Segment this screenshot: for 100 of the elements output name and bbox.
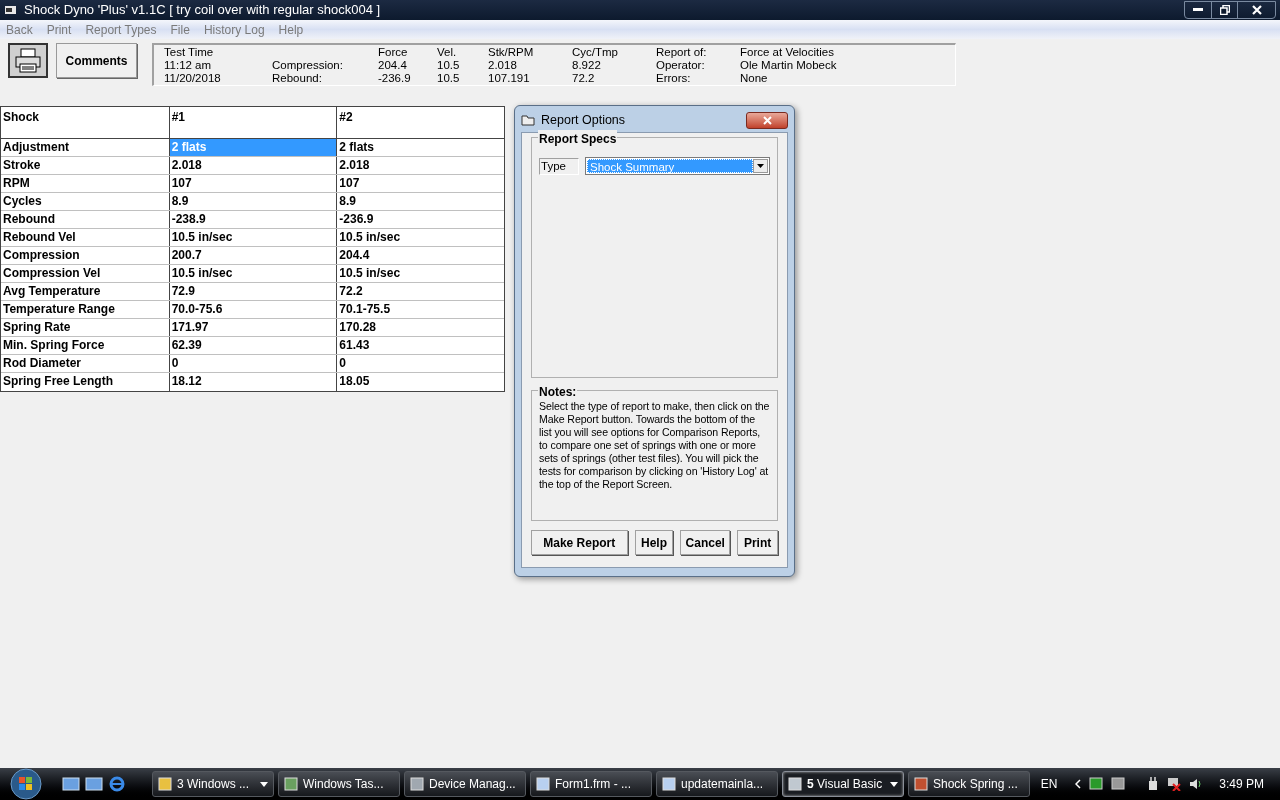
table-cell[interactable]: -236.9 [336,211,504,228]
chevron-icon[interactable] [1075,779,1082,789]
print-button[interactable] [8,43,48,78]
group-title: Report Specs [538,130,618,148]
dialog-button[interactable]: Make Report [531,530,628,555]
info-value: 11/20/2018 [164,72,222,85]
table-cell[interactable]: 8.9 [168,193,337,210]
info-label: Vel. [437,46,458,59]
table-cell[interactable]: 61.43 [336,337,504,354]
folder-icon [521,114,535,126]
language-indicator[interactable]: EN [1040,775,1058,793]
info-value: None [740,72,769,85]
info-value: 10.5 [437,59,461,72]
row-label[interactable]: Spring Free Length [1,373,169,391]
menu-item[interactable]: History Log [203,20,265,39]
row-label[interactable]: Adjustment [1,139,169,156]
table-cell[interactable]: 170.28 [336,319,504,336]
close-button[interactable] [746,111,788,129]
info-label: Force at Velocities [740,46,835,59]
table-cell[interactable]: 10.5 in/sec [168,265,337,282]
table-cell[interactable]: 72.2 [336,283,504,300]
row-label[interactable]: Avg Temperature [1,283,169,300]
info-value: Ole Martin Mobeck [740,59,838,72]
table-cell[interactable]: 2.018 [336,157,504,174]
info-label: Report of: [656,46,708,59]
table-cell[interactable]: 200.7 [168,247,337,264]
table-cell[interactable]: 8.9 [336,193,504,210]
row-label[interactable]: Rod Diameter [1,355,169,372]
info-label: Cyc/Tmp [572,46,619,59]
row-label[interactable]: Min. Spring Force [1,337,169,354]
network-activity-icon[interactable] [1089,777,1104,791]
table-cell[interactable]: 2.018 [168,157,337,174]
row-label[interactable]: Compression [1,247,169,264]
table-cell[interactable]: 0 [168,355,337,372]
app-icon [914,777,928,791]
info-value: 2.018 [488,59,518,72]
row-label[interactable]: Cycles [1,193,169,210]
info-label: Test Time [164,46,215,59]
row-label[interactable]: RPM [1,175,169,192]
taskbar-button[interactable]: 5 Visual Basic [782,771,904,797]
table-cell[interactable]: 204.4 [336,247,504,264]
minimize-icon [1193,8,1203,12]
table-cell[interactable]: 10.5 in/sec [336,229,504,246]
table-cell[interactable]: 18.12 [168,373,337,391]
taskbar-button[interactable]: Form1.frm - ... [530,771,652,797]
info-value: 204.4 [378,59,408,72]
printer-icon [14,47,42,74]
taskbar-button[interactable]: Device Manag... [404,771,526,797]
info-value: 72.2 [572,72,596,85]
info-value: 10.5 [437,72,461,85]
table-cell[interactable]: 10.5 in/sec [336,265,504,282]
column-header: #1 [168,107,337,138]
row-label[interactable]: Temperature Range [1,301,169,318]
app-icon [662,777,676,791]
column-header: #2 [336,107,504,138]
row-label[interactable]: Spring Rate [1,319,169,336]
app-icon [158,777,172,791]
table-cell[interactable]: 70.1-75.5 [336,301,504,318]
table-cell[interactable]: 10.5 in/sec [168,229,337,246]
dialog-button[interactable]: Help [634,530,674,555]
clock[interactable]: 3:49 PM [1219,775,1264,793]
info-value: 11:12 am [164,59,213,72]
table-cell[interactable]: 0 [336,355,504,372]
notes-text: Select the type of report to make, then click on the Make Report button. Towards the bottom of the list you will see options for Comparison Reports, to compare one set of springs with one or more sets of springs (other test files). You will pick the tests for comparison by clicking on 'History Log' at the top of the Report Screen. [539,400,770,491]
table-cell[interactable]: 70.0-75.6 [168,301,337,318]
table-cell[interactable]: 107 [168,175,337,192]
table-cell[interactable]: 171.97 [168,319,337,336]
dialog-button[interactable]: Cancel [680,530,731,555]
start-orb-icon [9,768,43,800]
taskbar-button[interactable]: updatemainla... [656,771,778,797]
row-label[interactable]: Rebound Vel [1,229,169,246]
switch-windows-icon[interactable] [85,776,103,792]
app-icon [788,777,802,791]
info-value: Compression: [272,59,344,72]
table-cell[interactable]: 72.9 [168,283,337,300]
dialog-button[interactable]: Print [737,530,778,555]
row-label[interactable]: Compression Vel [1,265,169,282]
show-desktop-icon[interactable] [62,776,80,792]
menu-item[interactable]: Report Types [85,20,157,39]
taskbar-button[interactable]: 3 Windows ... [152,771,274,797]
table-cell[interactable]: 2 flats [336,139,504,156]
browser-icon[interactable] [108,776,126,792]
table-cell[interactable]: 62.39 [168,337,337,354]
row-label[interactable]: Stroke [1,157,169,174]
info-label: Force [378,46,409,59]
monitor-icon[interactable] [1111,777,1126,791]
row-label[interactable]: Rebound [1,211,169,228]
taskbar-button[interactable]: Windows Tas... [278,771,400,797]
table-cell[interactable]: -238.9 [168,211,337,228]
type-label: Type [539,157,579,175]
power-plug-icon[interactable] [1147,777,1160,791]
network-disconnected-icon[interactable] [1167,777,1182,791]
taskbar-button[interactable]: Shock Spring ... [908,771,1030,797]
table-cell[interactable]: 107 [336,175,504,192]
info-value: Errors: [656,72,692,85]
table-cell[interactable]: 18.05 [336,373,504,391]
info-value: 8.922 [572,59,602,72]
speaker-icon[interactable] [1189,777,1204,791]
comments-button[interactable]: Comments [56,43,137,78]
dialog-title: Report Options [541,111,626,129]
